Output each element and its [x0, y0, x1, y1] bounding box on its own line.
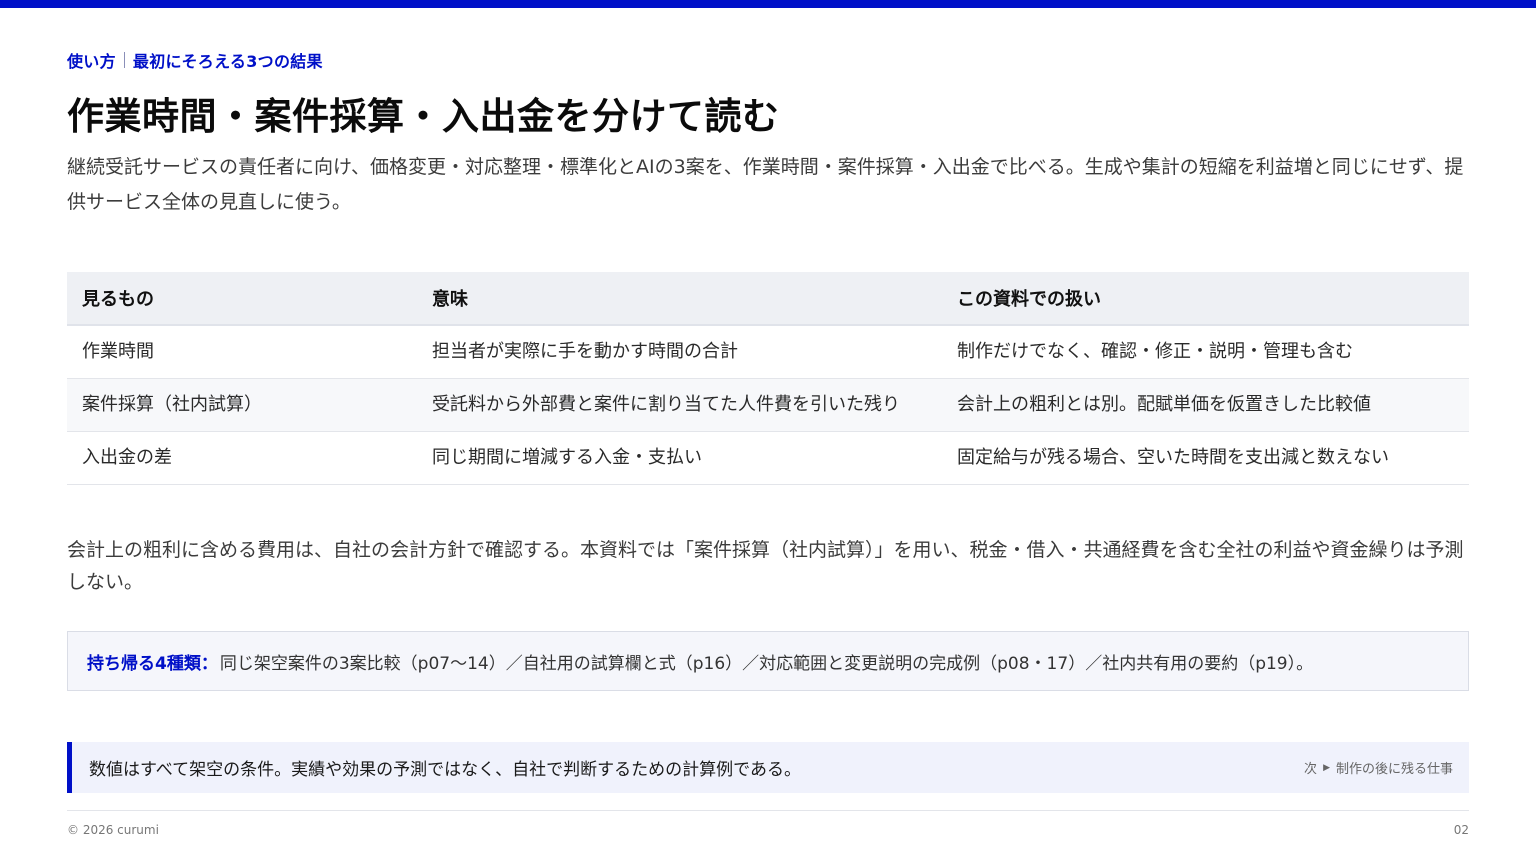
takeaway-box: 持ち帰る4種類： 同じ架空案件の3案比較（p07〜14）／自社用の試算欄と式（p… — [67, 631, 1469, 691]
page-number: 02 — [1453, 823, 1469, 837]
table-cell: 同じ期間に増減する入金・支払い — [417, 431, 942, 485]
eyebrow-section: 使い方 — [67, 52, 116, 71]
table-row: 入出金の差 同じ期間に増減する入金・支払い 固定給与が残る場合、空いた時間を支出… — [67, 431, 1469, 485]
page-title: 作業時間・案件採算・入出金を分けて読む — [67, 95, 780, 138]
next-title: 制作の後に残る仕事 — [1335, 762, 1453, 777]
eyebrow: 使い方 最初にそろえる3つの結果 — [67, 48, 323, 72]
takeaway-label: 持ち帰る4種類： — [87, 653, 218, 674]
top-accent-bar — [0, 0, 1536, 8]
disclaimer-callout: 数値はすべて架空の条件。実績や効果の予測ではなく、自社で判断するための計算例であ… — [67, 742, 1469, 793]
table-cell: 担当者が実際に手を動かす時間の合計 — [417, 325, 942, 379]
next-page-link[interactable]: 次 ▶ 制作の後に残る仕事 — [1304, 758, 1453, 777]
eyebrow-topic: 最初にそろえる3つの結果 — [132, 52, 323, 71]
accounting-note: 会計上の粗利に含める費用は、自社の会計方針で確認する。本資料では「案件採算（社内… — [67, 539, 1464, 593]
next-prefix: 次 — [1304, 762, 1318, 777]
copyright: © 2026 curumi — [67, 823, 159, 837]
footer-divider — [67, 810, 1469, 811]
table-cell: 制作だけでなく、確認・修正・説明・管理も含む — [942, 325, 1469, 379]
table-cell: 受託料から外部費と案件に割り当てた人件費を引いた残り — [417, 378, 942, 432]
table-cell: 案件採算（社内試算） — [67, 378, 417, 432]
takeaway-text: 同じ架空案件の3案比較（p07〜14）／自社用の試算欄と式（p16）／対応範囲と… — [219, 653, 1314, 674]
table-header-cell: 見るもの — [67, 272, 417, 326]
comparison-table: 見るもの 意味 この資料での扱い 作業時間 担当者が実際に手を動かす時間の合計 … — [67, 272, 1469, 485]
lead-paragraph: 継続受託サービスの責任者に向け、価格変更・対応整理・標準化とAIの3案を、作業時… — [67, 156, 1464, 213]
table-cell: 会計上の粗利とは別。配賦単価を仮置きした比較値 — [942, 378, 1469, 432]
table-row: 作業時間 担当者が実際に手を動かす時間の合計 制作だけでなく、確認・修正・説明・… — [67, 325, 1469, 379]
eyebrow-divider — [123, 52, 125, 68]
triangle-right-icon: ▶ — [1323, 762, 1330, 773]
table-cell: 入出金の差 — [67, 431, 417, 485]
table-header-cell: この資料での扱い — [942, 272, 1469, 326]
table-cell: 作業時間 — [67, 325, 417, 379]
disclaimer-text: 数値はすべて架空の条件。実績や効果の予測ではなく、自社で判断するための計算例であ… — [89, 760, 801, 780]
table-header-cell: 意味 — [417, 272, 942, 326]
table-cell: 固定給与が残る場合、空いた時間を支出減と数えない — [942, 431, 1469, 485]
table-row: 案件採算（社内試算） 受託料から外部費と案件に割り当てた人件費を引いた残り 会計… — [67, 378, 1469, 432]
table-header-row: 見るもの 意味 この資料での扱い — [67, 272, 1469, 326]
